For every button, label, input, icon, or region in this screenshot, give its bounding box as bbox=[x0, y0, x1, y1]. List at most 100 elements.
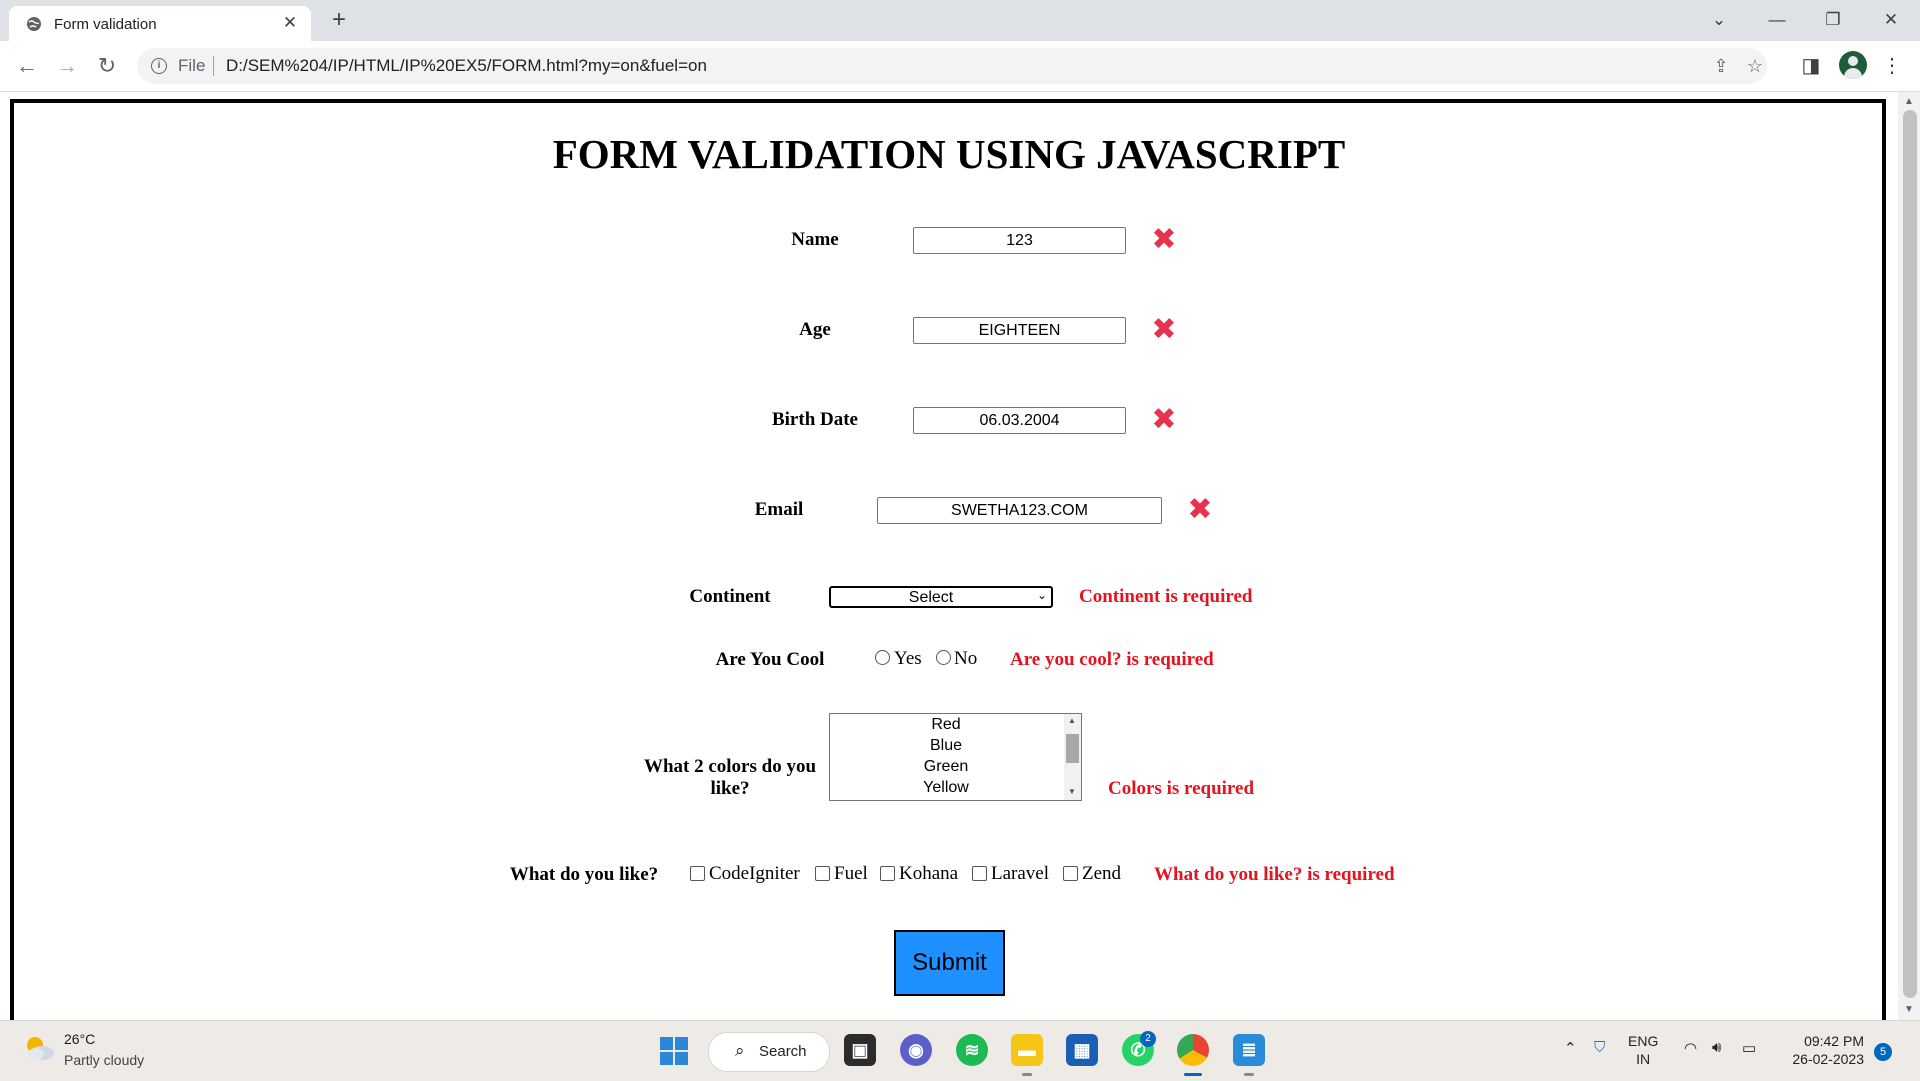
task-view-icon[interactable]: ▣ bbox=[844, 1034, 876, 1066]
volume-icon[interactable]: 🔊︎ bbox=[1712, 1039, 1721, 1056]
tab-close-icon[interactable]: ✕ bbox=[280, 13, 300, 33]
separator bbox=[213, 56, 214, 76]
scroll-up-arrow-icon[interactable]: ▲ bbox=[1904, 96, 1914, 107]
page-scroll-thumb[interactable] bbox=[1903, 110, 1917, 998]
email-input[interactable] bbox=[877, 497, 1162, 524]
file-explorer-icon[interactable]: ▬ bbox=[1011, 1034, 1043, 1066]
birth-date-invalid-icon: ✖ bbox=[1151, 402, 1177, 437]
age-label: Age bbox=[799, 319, 831, 340]
tab-form-validation[interactable]: Form validation ✕ bbox=[9, 6, 311, 41]
colors-listbox[interactable]: Red Blue Green Yellow ▲ ▼ bbox=[829, 713, 1082, 801]
chrome-icon[interactable] bbox=[1177, 1034, 1209, 1066]
input-language[interactable]: ENG IN bbox=[1628, 1032, 1658, 1068]
running-indicator bbox=[1244, 1073, 1254, 1076]
cool-no-label: No bbox=[954, 648, 978, 669]
new-tab-button[interactable]: + bbox=[326, 8, 352, 34]
microsoft-store-icon[interactable]: ▦ bbox=[1066, 1034, 1098, 1066]
cool-no-radio[interactable] bbox=[936, 650, 951, 665]
system-clock[interactable]: 09:42 PM 26-02-2023 bbox=[1780, 1032, 1864, 1068]
email-label: Email bbox=[754, 499, 804, 520]
notepad-icon[interactable]: ≣ bbox=[1233, 1034, 1265, 1066]
profile-avatar[interactable] bbox=[1839, 51, 1867, 79]
age-invalid-icon: ✖ bbox=[1151, 312, 1177, 347]
listbox-scroll-thumb[interactable] bbox=[1066, 734, 1079, 763]
colors-error: Colors is required bbox=[1108, 778, 1255, 799]
tab-strip: Form validation ✕ + ⌄ — ❐ ✕ bbox=[0, 0, 1920, 41]
age-input[interactable] bbox=[913, 317, 1126, 344]
name-label: Name bbox=[791, 229, 839, 250]
color-option[interactable]: Red bbox=[830, 714, 1062, 735]
battery-icon[interactable]: ▭ bbox=[1742, 1039, 1756, 1057]
scroll-down-arrow-icon[interactable]: ▼ bbox=[1904, 1004, 1914, 1015]
color-option[interactable]: Blue bbox=[830, 735, 1062, 756]
page-scrollbar[interactable]: ▲ ▼ bbox=[1898, 92, 1920, 1020]
zend-label: Zend bbox=[1082, 863, 1122, 884]
language-code: ENG bbox=[1628, 1033, 1659, 1049]
page-viewport: FORM VALIDATION USING JAVASCRIPT Name ✖ … bbox=[0, 92, 1920, 1020]
search-label: Search bbox=[759, 1043, 807, 1060]
tab-search-chevron-icon[interactable]: ⌄ bbox=[1704, 7, 1734, 33]
spotify-icon[interactable]: ≋ bbox=[956, 1034, 988, 1066]
continent-error: Continent is required bbox=[1079, 586, 1253, 607]
laravel-checkbox[interactable] bbox=[972, 866, 987, 881]
wifi-icon[interactable]: ◠ bbox=[1684, 1039, 1697, 1057]
browser-toolbar: ← → ↻ i File D:/SEM%204/IP/HTML/IP%20EX5… bbox=[0, 41, 1920, 92]
birth-date-input[interactable] bbox=[913, 407, 1126, 434]
codeigniter-label: CodeIgniter bbox=[709, 863, 800, 884]
scroll-down-arrow-icon[interactable]: ▼ bbox=[1068, 787, 1076, 796]
submit-button[interactable]: Submit bbox=[894, 930, 1005, 996]
weather-temperature[interactable]: 26°C bbox=[64, 1031, 95, 1047]
color-option[interactable]: Green bbox=[830, 756, 1062, 777]
continent-label: Continent bbox=[689, 586, 771, 607]
cool-error: Are you cool? is required bbox=[1010, 649, 1214, 670]
close-window-icon[interactable]: ✕ bbox=[1876, 7, 1906, 33]
globe-icon bbox=[27, 17, 41, 31]
color-option[interactable]: Yellow bbox=[830, 777, 1062, 798]
windows-taskbar: 26°C Partly cloudy ⌕ Search ▣ ◉ ≋ ▬ ▦ ✆ … bbox=[0, 1020, 1920, 1081]
weather-description[interactable]: Partly cloudy bbox=[64, 1052, 144, 1068]
back-arrow-icon[interactable]: ← bbox=[13, 52, 41, 80]
teams-chat-icon[interactable]: ◉ bbox=[900, 1034, 932, 1066]
laravel-label: Laravel bbox=[991, 863, 1050, 884]
kohana-checkbox[interactable] bbox=[880, 866, 895, 881]
running-indicator bbox=[1022, 1073, 1032, 1076]
minimize-icon[interactable]: — bbox=[1762, 7, 1792, 33]
cool-yes-label: Yes bbox=[894, 648, 922, 669]
notification-badge[interactable]: 5 bbox=[1874, 1043, 1892, 1061]
partly-cloudy-icon[interactable] bbox=[22, 1033, 56, 1063]
birth-date-label: Birth Date bbox=[771, 409, 858, 430]
bookmark-star-icon[interactable]: ☆ bbox=[1744, 55, 1766, 77]
codeigniter-checkbox[interactable] bbox=[690, 866, 705, 881]
search-icon: ⌕ bbox=[735, 1041, 745, 1060]
restore-icon[interactable]: ❐ bbox=[1818, 7, 1848, 33]
continent-selected-value: Select bbox=[908, 589, 954, 606]
active-indicator bbox=[1184, 1073, 1202, 1076]
info-icon[interactable]: i bbox=[151, 58, 167, 74]
name-input[interactable] bbox=[913, 227, 1126, 254]
scroll-up-arrow-icon[interactable]: ▲ bbox=[1068, 716, 1076, 725]
url-text[interactable]: D:/SEM%204/IP/HTML/IP%20EX5/FORM.html?my… bbox=[226, 56, 707, 76]
cool-yes-radio[interactable] bbox=[875, 650, 890, 665]
reload-icon[interactable]: ↻ bbox=[93, 52, 121, 80]
side-panel-icon[interactable]: ◨ bbox=[1797, 52, 1825, 80]
region-code: IN bbox=[1636, 1051, 1651, 1067]
menu-kebab-icon[interactable]: ⋮ bbox=[1878, 52, 1906, 80]
name-invalid-icon: ✖ bbox=[1151, 222, 1177, 257]
chevron-down-icon: ⌄ bbox=[1036, 588, 1047, 602]
tab-title: Form validation bbox=[54, 16, 157, 33]
taskbar-search[interactable]: ⌕ Search bbox=[708, 1032, 830, 1072]
forward-arrow-icon[interactable]: → bbox=[53, 52, 81, 80]
address-bar[interactable]: i File D:/SEM%204/IP/HTML/IP%20EX5/FORM.… bbox=[137, 48, 1767, 84]
fuel-checkbox[interactable] bbox=[815, 866, 830, 881]
windows-start-icon[interactable] bbox=[660, 1037, 688, 1065]
cool-label: Are You Cool bbox=[715, 649, 825, 670]
share-icon[interactable]: ⇪ bbox=[1710, 55, 1732, 77]
continent-select[interactable]: Select ⌄ bbox=[829, 586, 1053, 608]
listbox-scrollbar[interactable]: ▲ ▼ bbox=[1064, 714, 1081, 800]
file-label: File bbox=[178, 56, 206, 75]
clock-date: 26-02-2023 bbox=[1792, 1051, 1864, 1067]
security-shield-icon[interactable]: ⛉ bbox=[1594, 1039, 1605, 1056]
likes-label: What do you like? bbox=[509, 864, 659, 885]
show-hidden-icons-chevron-icon[interactable]: ⌃ bbox=[1564, 1039, 1577, 1057]
zend-checkbox[interactable] bbox=[1063, 866, 1078, 881]
